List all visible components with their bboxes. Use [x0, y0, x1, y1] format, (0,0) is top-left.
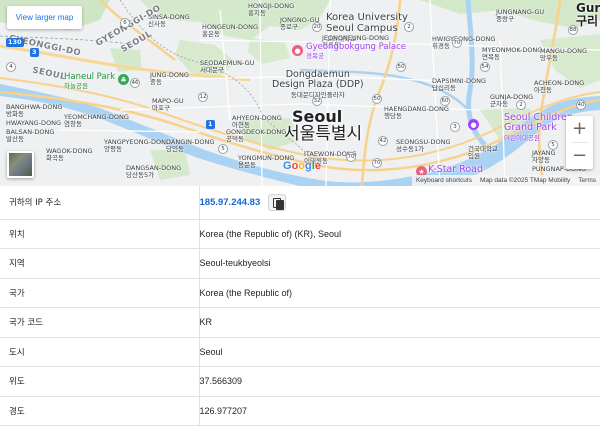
map-label-yangpyeong: YANGPYEONG-DONG 양평동	[104, 138, 172, 153]
route-shield: 4	[6, 62, 16, 72]
route-shield: 5	[218, 144, 228, 154]
map-label-guri: Gur 구리	[576, 1, 600, 28]
route-shield: 20	[312, 22, 322, 32]
map-label-gongdeok: GONGDEOK-DONG 공덕동	[226, 128, 287, 143]
route-shield: 3	[30, 48, 39, 57]
route-shield: 5	[548, 140, 558, 150]
map-label-myeonmok: MYEONMOK-DONG 면목동	[482, 46, 543, 61]
terms-link[interactable]: Terms	[578, 177, 596, 184]
table-row: 국가 Korea (the Republic of)	[0, 278, 600, 308]
route-shield: 88	[568, 25, 578, 35]
table-row: 위도 37.566309	[0, 366, 600, 396]
map-label-balsan: BALSAN-DONG 발산동	[6, 128, 55, 143]
satellite-toggle[interactable]	[7, 151, 34, 178]
row-label: 위도	[0, 366, 200, 396]
table-row: 국가 코드 KR	[0, 307, 600, 337]
keyboard-shortcuts-link[interactable]: Keyboard shortcuts	[416, 177, 472, 184]
ip-label: 귀하의 IP 주소	[0, 186, 200, 219]
route-shield: 50	[372, 94, 382, 104]
route-shield: 6	[120, 18, 130, 28]
map-label-seodaemun: SEODAEMUN-GU 서대문구	[200, 59, 255, 74]
route-shield: 60	[440, 96, 450, 106]
route-shield: 70	[452, 38, 462, 48]
route-shield: 42	[378, 136, 388, 146]
table-row: 위치 Korea (the Republic of) (KR), Seoul	[0, 219, 600, 249]
map-label-jung-dong: JUNG-DONG 중동	[150, 71, 189, 86]
row-value: Seoul-teukbyeolsi	[199, 258, 271, 269]
row-value: Korea (the Republic of) (KR), Seoul	[199, 228, 342, 239]
row-value: Korea (the Republic of)	[199, 287, 293, 298]
google-logo: Google	[283, 160, 321, 172]
route-shield: 70	[372, 158, 382, 168]
route-shield: 1	[206, 120, 215, 129]
ip-address[interactable]: 185.97.244.83	[200, 197, 261, 208]
route-shield: 70	[346, 152, 356, 162]
table-row-ip: 귀하의 IP 주소 185.97.244.83	[0, 186, 600, 219]
copy-icon[interactable]	[268, 193, 287, 211]
row-label: 경도	[0, 396, 200, 426]
zoom-out-button[interactable]: −	[566, 143, 593, 169]
map-label-wagok: WAGOK-DONG 화곡동	[46, 147, 93, 162]
map-label-dapsimni: DAPSIMNI-DONG 답십리동	[432, 77, 487, 92]
map-label-gunja: GUNJA-DONG 군자동	[490, 93, 534, 108]
map-label-ahyeon: AHYEON-DONG 아현동	[232, 114, 282, 129]
ip-info-table: 귀하의 IP 주소 185.97.244.83 위치 Korea (the Re…	[0, 186, 600, 426]
row-value: Seoul	[199, 346, 223, 357]
route-shield: 46	[130, 78, 140, 88]
map-label-mangu: MANGU-DONG 망우동	[540, 47, 588, 62]
row-label: 국가 코드	[0, 307, 200, 337]
row-value: KR	[199, 317, 213, 328]
map-label-seoul-ko: 서울특별시	[284, 124, 363, 144]
route-shield: 130	[6, 38, 24, 47]
map-label-dangsan: DANGSAN-DONG 당산동5가	[126, 164, 182, 179]
map-label-seoul-children-grand-park[interactable]: Seoul Children Grand Park 어린이대공원	[504, 113, 573, 143]
route-shield: 32	[312, 96, 322, 106]
row-label: 지역	[0, 248, 200, 278]
route-shield: 40	[576, 100, 586, 110]
map-label-kstar-road[interactable]: K-Star Road	[428, 165, 483, 175]
route-shield: 3	[450, 122, 460, 132]
map-label-gyeongbokgung[interactable]: Gyeongbokgung Palace 경복궁	[306, 43, 406, 61]
map-label-yeomchang: YEOMCHANG-DONG 염창동	[64, 113, 129, 128]
zoom-controls: + −	[566, 116, 593, 169]
map-data-text: Map data ©2025 TMap Mobility	[479, 177, 571, 184]
map-label-konkuk: 건국대학교 입원	[468, 145, 498, 160]
row-label: 국가	[0, 278, 200, 308]
map-attribution: Keyboard shortcuts Map data ©2025 TMap Mo…	[411, 175, 600, 186]
map-label-jungnang: JUNGNANG-GU 중랑구	[496, 8, 545, 23]
map-label-dangin: DANGIN-DONG 당인동	[166, 138, 215, 153]
route-shield: 54	[480, 62, 490, 72]
map-label-haneul-park[interactable]: Haneul Park 하늘공원	[64, 73, 115, 91]
route-shield: 12	[198, 92, 208, 102]
amusement-park-icon[interactable]: ●	[468, 119, 479, 130]
map-label-hwayang: HWAYANG-DONG	[6, 119, 62, 127]
row-label: 도시	[0, 337, 200, 367]
map-label-acheon: ACHEON-DONG 아천동	[534, 79, 585, 94]
map-label-haengdang: HAENGDANG-DONG 행당동	[384, 105, 449, 120]
zoom-in-button[interactable]: +	[566, 116, 593, 142]
map-label-jayang: JAYANG 자양동	[532, 149, 556, 164]
row-value: 37.566309	[199, 376, 243, 387]
palace-icon[interactable]: ●	[292, 45, 303, 56]
park-icon[interactable]: ♣	[118, 74, 129, 85]
ip-value-cell: 185.97.244.83	[199, 186, 600, 219]
map-embed[interactable]: HONGJI-DONG 홍지동 SINSA-DONG 신사동 JONGNO-GU 종로…	[0, 0, 600, 186]
route-shield: 2	[516, 100, 526, 110]
route-shield: 2	[404, 22, 414, 32]
view-larger-map-link[interactable]: View larger map	[7, 6, 82, 29]
map-label-banghwa: BANGHWA-DONG 방화동	[6, 103, 63, 118]
route-shield: 50	[396, 62, 406, 72]
map-label-hongji: HONGJI-DONG 홍지동	[248, 2, 295, 17]
table-row: 경도 126.977207	[0, 396, 600, 426]
map-label-mapo: MAPO-GU 마포구	[152, 97, 184, 112]
table-row: 지역 Seoul-teukbyeolsi	[0, 248, 600, 278]
map-label-seongsu: SEONGSU-DONG 성수동1가	[396, 138, 451, 153]
table-row: 도시 Seoul	[0, 337, 600, 367]
row-label: 위치	[0, 219, 200, 249]
map-label-hongeun: HONGEUN-DONG 홍은동	[202, 23, 258, 38]
row-value: 126.977207	[199, 405, 248, 416]
